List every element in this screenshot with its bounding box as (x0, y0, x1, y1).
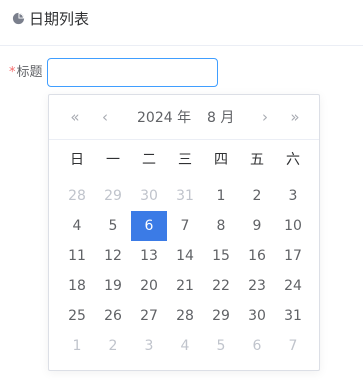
date-grid: 28 29 30 31 1 2 3 4 5 6 7 8 9 10 11 12 13 14 15 16 17 18 19 20 2… (59, 181, 311, 361)
date-picker-header: « ‹ 2024 年 8 月 › » (49, 95, 319, 140)
date-cell[interactable]: 27 (131, 301, 167, 331)
other-month-date-cell[interactable]: 2 (95, 331, 131, 361)
date-cell[interactable]: 7 (167, 211, 203, 241)
date-cell[interactable]: 31 (275, 301, 311, 331)
other-month-date-cell[interactable]: 1 (59, 331, 95, 361)
date-cell[interactable]: 28 (167, 301, 203, 331)
date-cell[interactable]: 4 (59, 211, 95, 241)
date-cell[interactable]: 12 (95, 241, 131, 271)
other-month-date-cell[interactable]: 30 (131, 181, 167, 211)
other-month-date-cell[interactable]: 3 (131, 331, 167, 361)
other-month-date-cell[interactable]: 5 (203, 331, 239, 361)
date-cell[interactable]: 2 (239, 181, 275, 211)
weekday-label: 三 (178, 152, 192, 168)
next-month-icon[interactable]: › (255, 107, 275, 127)
other-month-date-cell[interactable]: 7 (275, 331, 311, 361)
date-cell[interactable]: 20 (131, 271, 167, 301)
date-cell[interactable]: 29 (203, 301, 239, 331)
title-label-text: 标题 (16, 65, 43, 80)
page-header: 日期列表 (0, 0, 363, 46)
weekday-label: 五 (250, 152, 264, 168)
date-cell[interactable]: 24 (275, 271, 311, 301)
pie-chart-icon (12, 12, 25, 25)
month-label[interactable]: 8 月 (207, 108, 234, 128)
date-cell[interactable]: 13 (131, 241, 167, 271)
other-month-date-cell[interactable]: 4 (167, 331, 203, 361)
date-cell[interactable]: 19 (95, 271, 131, 301)
date-cell[interactable]: 25 (59, 301, 95, 331)
date-cell[interactable]: 8 (203, 211, 239, 241)
date-cell[interactable]: 30 (239, 301, 275, 331)
date-cell[interactable]: 14 (167, 241, 203, 271)
weekday-label: 日 (70, 152, 84, 168)
weekday-header-row: 日一二三四五六 (59, 147, 311, 173)
date-picker-panel: « ‹ 2024 年 8 月 › » 日一二三四五六 28 29 30 31 1 2 3 4 5… (48, 94, 320, 371)
date-cell[interactable]: 23 (239, 271, 275, 301)
title-field-label: *标题 (9, 64, 43, 82)
next-year-icon[interactable]: » (285, 107, 305, 127)
other-month-date-cell[interactable]: 6 (239, 331, 275, 361)
required-mark: * (9, 65, 16, 80)
other-month-date-cell[interactable]: 31 (167, 181, 203, 211)
weekday-label: 一 (106, 152, 120, 168)
prev-year-icon[interactable]: « (65, 107, 85, 127)
page: 日期列表 *标题 « ‹ 2024 年 8 月 › » 日一二三四五六 28 29… (0, 0, 363, 380)
page-title: 日期列表 (29, 10, 90, 28)
date-cell[interactable]: 15 (203, 241, 239, 271)
other-month-date-cell[interactable]: 28 (59, 181, 95, 211)
weekday-label: 四 (214, 152, 228, 168)
date-cell[interactable]: 10 (275, 211, 311, 241)
date-cell[interactable]: 17 (275, 241, 311, 271)
other-month-date-cell[interactable]: 29 (95, 181, 131, 211)
date-cell[interactable]: 18 (59, 271, 95, 301)
date-cell[interactable]: 9 (239, 211, 275, 241)
weekday-label: 二 (142, 152, 156, 168)
date-cell[interactable]: 11 (59, 241, 95, 271)
title-date-input[interactable] (47, 58, 218, 87)
date-cell[interactable]: 26 (95, 301, 131, 331)
date-cell[interactable]: 21 (167, 271, 203, 301)
selected-date-cell[interactable]: 6 (131, 211, 167, 241)
date-cell[interactable]: 3 (275, 181, 311, 211)
date-cell[interactable]: 16 (239, 241, 275, 271)
year-label[interactable]: 2024 年 (137, 108, 191, 128)
prev-month-icon[interactable]: ‹ (95, 107, 115, 127)
weekday-label: 六 (286, 152, 300, 168)
date-cell[interactable]: 5 (95, 211, 131, 241)
date-cell[interactable]: 22 (203, 271, 239, 301)
date-cell[interactable]: 1 (203, 181, 239, 211)
